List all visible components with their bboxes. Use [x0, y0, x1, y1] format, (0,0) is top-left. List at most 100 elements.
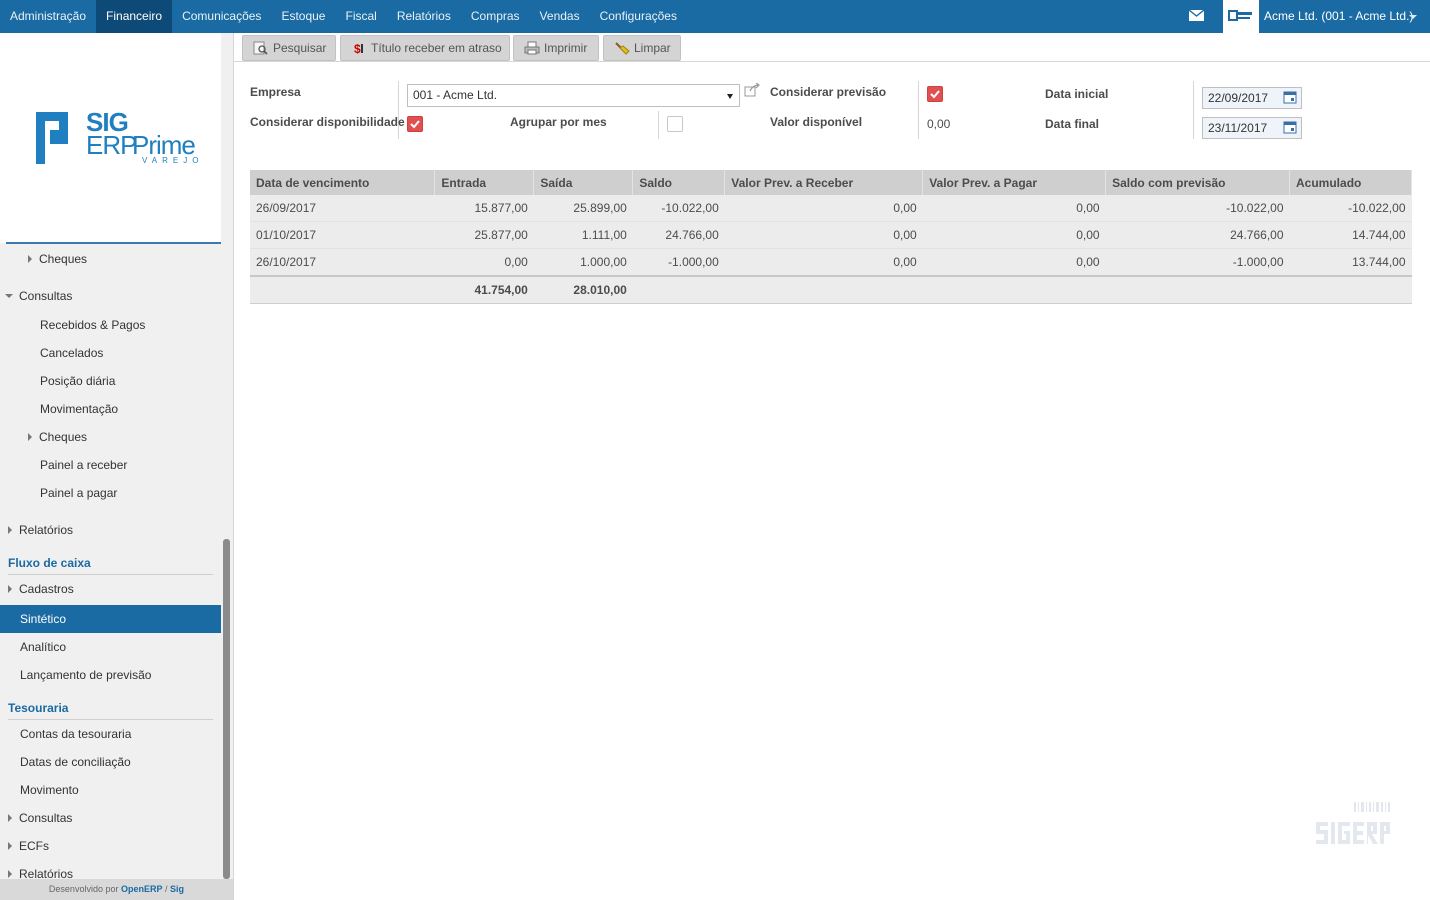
sidebar-item-consultas[interactable]: Consultas — [0, 283, 221, 309]
agrupar-mes-checkbox[interactable] — [667, 116, 683, 132]
sidebar-item-cadastros[interactable]: Cadastros — [0, 576, 221, 602]
valor-disponivel-label: Valor disponível — [770, 115, 863, 129]
menu-configuracoes[interactable]: Configurações — [590, 0, 687, 33]
empresa-select[interactable]: 001 - Acme Ltd. — [407, 84, 740, 107]
column-header[interactable]: Valor Prev. a Receber — [724, 170, 924, 195]
table-cell: 25.877,00 — [434, 221, 534, 249]
chevron-down-icon — [5, 294, 13, 298]
chevron-down-icon[interactable] — [1409, 15, 1417, 19]
search-button[interactable]: Pesquisar — [242, 35, 336, 61]
sidebar-item-painel-pagar[interactable]: Painel a pagar — [0, 480, 221, 506]
data-inicial-label: Data inicial — [1045, 87, 1109, 101]
sidebar-item-relatorios-tesouraria[interactable]: Relatórios — [0, 861, 221, 879]
menu-financeiro[interactable]: Financeiro — [96, 0, 173, 33]
table-row[interactable]: 01/10/2017 25.877,00 1.111,00 24.766,00 … — [250, 221, 1412, 249]
table-cell: 15.877,00 — [434, 195, 534, 222]
sidebar-scrollbar-thumb[interactable] — [223, 539, 230, 879]
sidebar-item-relatorios[interactable]: Relatórios — [0, 517, 221, 543]
sidebar-item-lancamento-previsao[interactable]: Lançamento de previsão — [0, 662, 221, 688]
form-divider — [398, 81, 399, 139]
sidebar-item-cheques[interactable]: Cheques — [0, 424, 221, 450]
external-link-icon[interactable] — [744, 83, 760, 97]
form-divider — [658, 111, 659, 139]
chevron-right-icon — [8, 870, 12, 878]
sidebar-item-cancelados[interactable]: Cancelados — [0, 340, 221, 366]
sidebar-item-cheques-top[interactable]: Cheques — [0, 246, 221, 272]
calendar-icon[interactable] — [1283, 90, 1297, 104]
table-row[interactable]: 26/10/2017 0,00 1.000,00 -1.000,00 0,00 … — [250, 248, 1412, 277]
column-header[interactable]: Acumulado — [1289, 170, 1412, 195]
table-cell: 0,00 — [724, 195, 923, 222]
calendar-icon[interactable] — [1283, 120, 1297, 134]
considerar-previsao-checkbox[interactable] — [927, 86, 943, 102]
table-cell: -1.000,00 — [632, 248, 725, 277]
footer-link-openerp[interactable]: OpenERP — [121, 884, 163, 894]
sidebar-item-painel-receber[interactable]: Painel a receber — [0, 452, 221, 478]
considerar-previsao-label: Considerar previsão — [770, 85, 887, 99]
menu-comunicacoes[interactable]: Comunicações — [172, 0, 271, 33]
column-header[interactable]: Valor Prev. a Pagar — [922, 170, 1107, 195]
menu-relatorios[interactable]: Relatórios — [387, 0, 461, 33]
sidebar-item-movimentacao[interactable]: Movimentação — [0, 396, 221, 422]
menu-compras[interactable]: Compras — [461, 0, 530, 33]
sidebar-item-movimento[interactable]: Movimento — [0, 777, 221, 803]
sidebar-item-sintetico[interactable]: Sintético — [0, 605, 221, 633]
sidebar-item-recebidos-pagos[interactable]: Recebidos & Pagos — [0, 312, 221, 338]
table-cell — [632, 275, 725, 304]
menu-administracao[interactable]: Administração — [0, 0, 96, 33]
table-cell: 0,00 — [724, 248, 923, 277]
table-cell: -10.022,00 — [1289, 195, 1412, 222]
company-logo — [1223, 0, 1259, 33]
sidebar-item-ecfs[interactable]: ECFs — [0, 833, 221, 859]
company-switcher[interactable]: Acme Ltd. (001 - Acme Ltd.) — [1264, 0, 1413, 33]
table-totals-row: 41.754,00 28.010,00 — [250, 275, 1412, 304]
section-fluxo-caixa: Fluxo de caixa — [8, 552, 213, 575]
overdue-receivables-button[interactable]: $ Título receber em atraso — [340, 35, 510, 61]
table-cell: 26/09/2017 — [250, 195, 435, 222]
print-button[interactable]: Imprimir — [513, 35, 599, 61]
broom-icon — [615, 42, 630, 55]
table-cell: -10.022,00 — [1105, 195, 1290, 222]
menu-vendas[interactable]: Vendas — [530, 0, 590, 33]
table-cell — [250, 275, 435, 304]
considerar-disponibilidade-checkbox[interactable] — [407, 116, 423, 132]
table-header-row: Data de vencimento Entrada Saída Saldo V… — [250, 170, 1412, 195]
table-cell — [724, 275, 923, 304]
table-cell: 0,00 — [922, 248, 1106, 277]
main-content: Pesquisar $ Título receber em atraso Imp… — [234, 33, 1430, 900]
table-cell — [922, 275, 1106, 304]
menu-estoque[interactable]: Estoque — [271, 0, 335, 33]
clear-button[interactable]: Limpar — [603, 35, 681, 61]
sidebar-item-contas-tesouraria[interactable]: Contas da tesouraria — [0, 721, 221, 747]
data-final-input[interactable]: 23/11/2017 — [1202, 117, 1302, 139]
table-cell: 14.744,00 — [1289, 221, 1412, 249]
sidebar-item-consultas-tesouraria[interactable]: Consultas — [0, 805, 221, 831]
search-icon — [253, 41, 268, 55]
top-menu: Administração Financeiro Comunicações Es… — [0, 0, 687, 33]
valor-disponivel-value: 0,00 — [927, 117, 951, 131]
table-cell: 0,00 — [922, 221, 1106, 249]
logo-erp: ERP — [86, 130, 137, 160]
column-header[interactable]: Saída — [533, 170, 634, 195]
footer-link-sig[interactable]: Sig — [170, 884, 184, 894]
table-cell: 01/10/2017 — [250, 221, 435, 249]
table-cell: 26/10/2017 — [250, 248, 435, 277]
sidebar-item-analitico[interactable]: Analítico — [0, 634, 221, 660]
logo-tagline: VAREJO — [142, 156, 204, 165]
sidebar-item-posicao-diaria[interactable]: Posição diária — [0, 368, 221, 394]
toolbar: Pesquisar $ Título receber em atraso Imp… — [234, 33, 1430, 62]
table-cell: 0,00 — [434, 248, 534, 277]
data-inicial-input[interactable]: 22/09/2017 — [1202, 87, 1302, 109]
column-header[interactable]: Saldo — [632, 170, 726, 195]
column-header[interactable]: Data de vencimento — [250, 170, 436, 195]
menu-fiscal[interactable]: Fiscal — [335, 0, 386, 33]
agrupar-mes-label: Agrupar por mes — [510, 115, 607, 129]
mail-icon[interactable] — [1189, 10, 1204, 21]
sidebar-item-datas-conciliacao[interactable]: Datas de conciliação — [0, 749, 221, 775]
column-header[interactable]: Entrada — [434, 170, 535, 195]
table-cell: 0,00 — [724, 221, 923, 249]
chevron-right-icon — [8, 842, 12, 850]
column-header[interactable]: Saldo com previsão — [1105, 170, 1291, 195]
total-saida: 28.010,00 — [533, 275, 633, 304]
table-row[interactable]: 26/09/2017 15.877,00 25.899,00 -10.022,0… — [250, 195, 1412, 222]
